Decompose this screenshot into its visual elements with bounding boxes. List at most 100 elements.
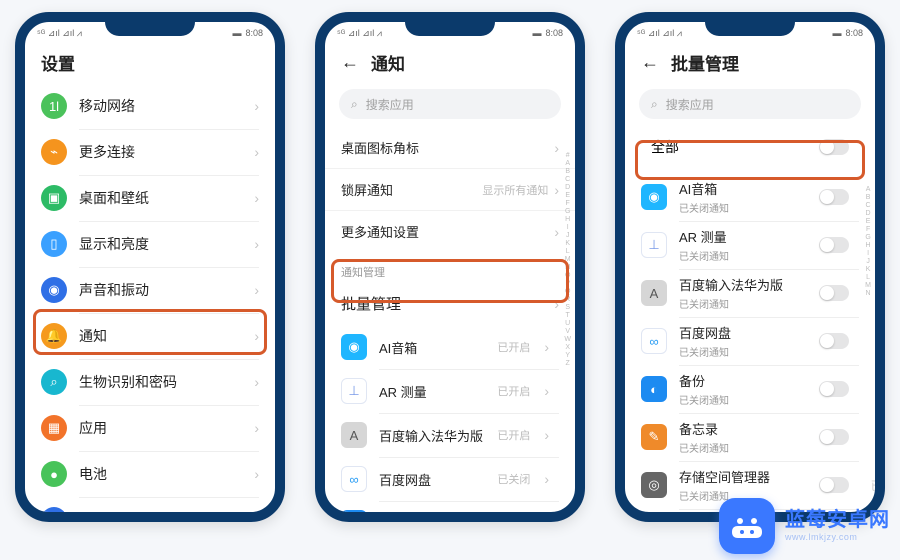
- settings-row-9[interactable]: ◔ 存储 ›: [25, 497, 275, 522]
- app-toggle-row-5[interactable]: ✎ 备忘录 已关闭通知: [625, 413, 875, 461]
- settings-row-4[interactable]: ◉ 声音和振动 ›: [25, 267, 275, 313]
- search-input[interactable]: ⌕ 搜索应用: [339, 89, 561, 119]
- settings-row-7[interactable]: ▦ 应用 ›: [25, 405, 275, 451]
- alpha-E[interactable]: E: [866, 218, 871, 225]
- alpha-G[interactable]: G: [865, 234, 870, 241]
- alpha-C[interactable]: C: [565, 176, 570, 183]
- app-label: 备忘录: [679, 419, 807, 438]
- notif-option-2[interactable]: 更多通知设置 ›: [325, 210, 575, 252]
- settings-row-3[interactable]: ▯ 显示和亮度 ›: [25, 221, 275, 267]
- alpha-H[interactable]: H: [565, 216, 570, 223]
- alpha-K[interactable]: K: [866, 266, 871, 273]
- alpha-Q[interactable]: Q: [565, 288, 570, 295]
- alpha-L[interactable]: L: [566, 248, 570, 255]
- alpha-R[interactable]: R: [565, 296, 570, 303]
- chevron-right-icon: ›: [254, 190, 259, 206]
- chevron-right-icon: ›: [254, 282, 259, 298]
- chevron-right-icon: ›: [554, 182, 559, 198]
- alpha-N[interactable]: N: [565, 264, 570, 271]
- settings-row-8[interactable]: ● 电池 ›: [25, 451, 275, 497]
- alpha-V[interactable]: V: [565, 328, 570, 335]
- alpha-N[interactable]: N: [866, 290, 871, 297]
- alpha-#[interactable]: #: [566, 152, 570, 159]
- notif-option-0[interactable]: 桌面图标角标 ›: [325, 127, 575, 168]
- alpha-B[interactable]: B: [565, 168, 570, 175]
- settings-row-5[interactable]: 🔔 通知 ›: [25, 313, 275, 359]
- alpha-C[interactable]: C: [866, 202, 871, 209]
- settings-icon: ◔: [41, 507, 67, 522]
- app-row-4[interactable]: ◐ 备份 已开启 ›: [325, 501, 575, 522]
- settings-row-0[interactable]: 1l 移动网络 ›: [25, 83, 275, 129]
- app-label: AR 测量: [679, 227, 807, 246]
- alpha-O[interactable]: O: [565, 272, 570, 279]
- alpha-S[interactable]: S: [565, 304, 570, 311]
- chevron-right-icon: ›: [254, 512, 259, 522]
- app-sub: 已关闭通知: [679, 248, 807, 263]
- alpha-J[interactable]: J: [566, 232, 570, 239]
- back-icon[interactable]: ←: [341, 52, 359, 73]
- settings-row-1[interactable]: ⌁ 更多连接 ›: [25, 129, 275, 175]
- alpha-U[interactable]: U: [565, 320, 570, 327]
- app-row-1[interactable]: ⊥ AR 测量 已开启 ›: [325, 369, 575, 413]
- alpha-J[interactable]: J: [866, 258, 870, 265]
- app-toggle[interactable]: [819, 477, 849, 493]
- alpha-A[interactable]: A: [866, 186, 871, 193]
- watermark-url: www.lmkjzy.com: [785, 532, 890, 542]
- app-row-0[interactable]: ◉ AI音箱 已开启 ›: [325, 325, 575, 369]
- app-status: 已开启: [497, 427, 530, 443]
- alpha-L[interactable]: L: [866, 274, 870, 281]
- alpha-index[interactable]: ABCDEFGHIJKLMN: [865, 186, 871, 297]
- clock: 8:08: [545, 28, 563, 38]
- notif-option-1[interactable]: 锁屏通知 显示所有通知 ›: [325, 168, 575, 210]
- settings-list: 1l 移动网络 ›⌁ 更多连接 ›▣ 桌面和壁纸 ›▯ 显示和亮度 ›◉ 声音和…: [25, 83, 275, 522]
- app-sub: 已关闭通知: [679, 296, 807, 311]
- alpha-I[interactable]: I: [567, 224, 569, 231]
- alpha-Z[interactable]: Z: [566, 360, 570, 367]
- alpha-B[interactable]: B: [866, 194, 871, 201]
- alpha-F[interactable]: F: [866, 226, 870, 233]
- app-row-2[interactable]: A 百度输入法华为版 已开启 ›: [325, 413, 575, 457]
- app-toggle-row-1[interactable]: ⊥ AR 测量 已关闭通知: [625, 221, 875, 269]
- app-toggle[interactable]: [819, 285, 849, 301]
- alpha-X[interactable]: X: [565, 344, 570, 351]
- chevron-right-icon: ›: [544, 471, 549, 487]
- settings-row-2[interactable]: ▣ 桌面和壁纸 ›: [25, 175, 275, 221]
- all-toggle-row[interactable]: 全部: [639, 127, 861, 167]
- back-icon[interactable]: ←: [641, 52, 659, 73]
- app-toggle[interactable]: [819, 189, 849, 205]
- phone-settings: ⁵ᴳ ⊿ıl ⊿ıl ⩘ ▬8:08 设置 1l 移动网络 ›⌁ 更多连接 ›▣…: [15, 12, 285, 522]
- alpha-K[interactable]: K: [565, 240, 570, 247]
- app-toggle[interactable]: [819, 237, 849, 253]
- search-input[interactable]: ⌕ 搜索应用: [639, 89, 861, 119]
- alpha-D[interactable]: D: [866, 210, 871, 217]
- alpha-A[interactable]: A: [565, 160, 570, 167]
- app-toggle[interactable]: [819, 381, 849, 397]
- alpha-I[interactable]: I: [867, 250, 869, 257]
- alpha-Y[interactable]: Y: [565, 352, 570, 359]
- alpha-P[interactable]: P: [565, 280, 570, 287]
- batch-manage-row[interactable]: 批量管理 ›: [325, 282, 575, 325]
- alpha-E[interactable]: E: [565, 192, 570, 199]
- chevron-right-icon: ›: [254, 374, 259, 390]
- app-sub: 已关闭通知: [679, 344, 807, 359]
- alpha-F[interactable]: F: [566, 200, 570, 207]
- alpha-index[interactable]: #ABCDEFGHIJKLMNOPQRSTUVWXYZ: [564, 152, 571, 367]
- alpha-D[interactable]: D: [565, 184, 570, 191]
- app-toggle-row-0[interactable]: ◉ AI音箱 已关闭通知: [625, 173, 875, 221]
- alpha-H[interactable]: H: [866, 242, 871, 249]
- alpha-G[interactable]: G: [565, 208, 570, 215]
- alpha-T[interactable]: T: [566, 312, 570, 319]
- alpha-W[interactable]: W: [564, 336, 571, 343]
- app-toggle[interactable]: [819, 429, 849, 445]
- alpha-M[interactable]: M: [565, 256, 571, 263]
- app-toggle-row-4[interactable]: ◐ 备份 已关闭通知: [625, 365, 875, 413]
- settings-icon: ▯: [41, 231, 67, 257]
- alpha-M[interactable]: M: [865, 282, 871, 289]
- settings-row-6[interactable]: ⌕ 生物识别和密码 ›: [25, 359, 275, 405]
- clock: 8:08: [245, 28, 263, 38]
- app-toggle-row-3[interactable]: ∞ 百度网盘 已关闭通知: [625, 317, 875, 365]
- app-row-3[interactable]: ∞ 百度网盘 已关闭 ›: [325, 457, 575, 501]
- all-toggle[interactable]: [819, 139, 849, 155]
- app-toggle-row-2[interactable]: A 百度输入法华为版 已关闭通知: [625, 269, 875, 317]
- app-toggle[interactable]: [819, 333, 849, 349]
